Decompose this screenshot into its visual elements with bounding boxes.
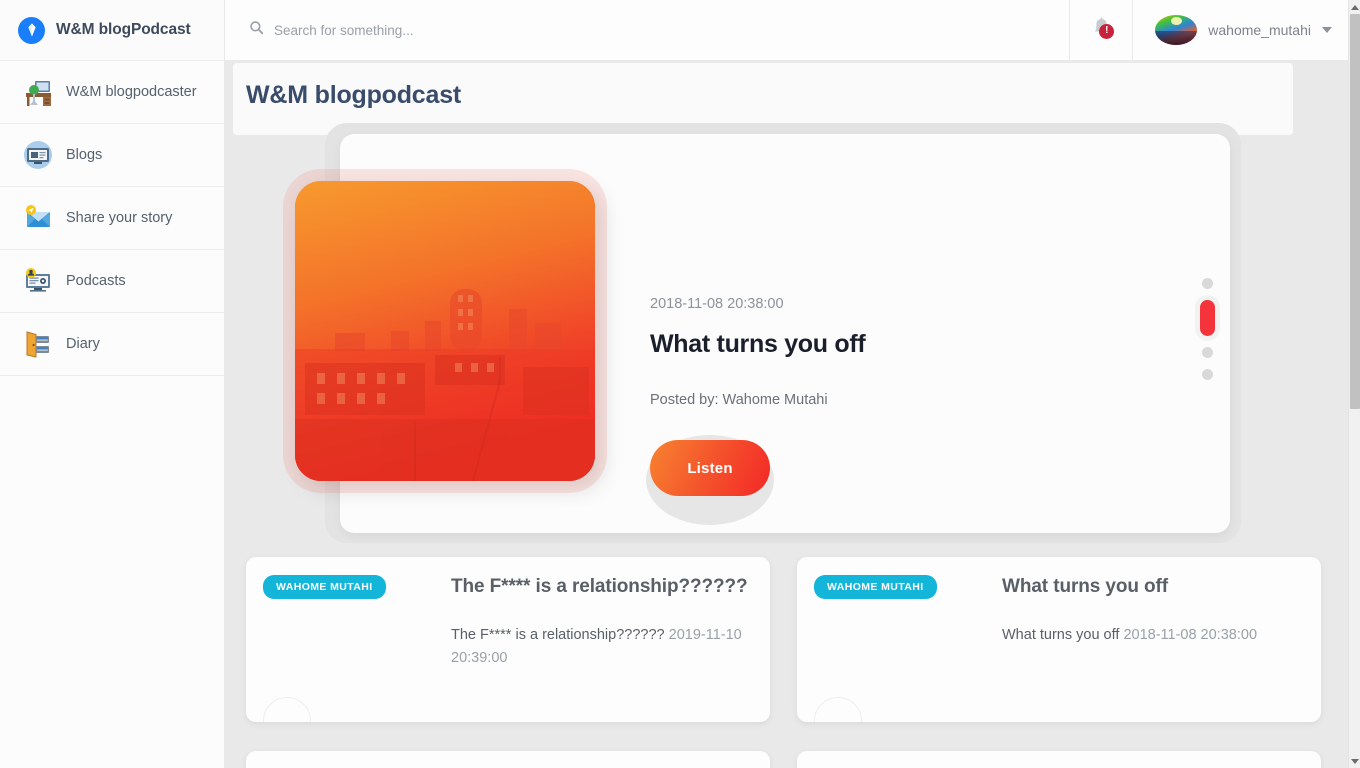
status-badge: WAHOME MUTAHI	[263, 575, 386, 599]
search-container[interactable]	[225, 0, 1069, 60]
brand-header[interactable]: W&M blogPodcast	[0, 0, 224, 61]
avatar	[1155, 15, 1198, 45]
brand-title: W&M blogPodcast	[56, 21, 191, 38]
notification-badge: !	[1099, 23, 1115, 39]
chevron-down-icon[interactable]	[1322, 27, 1332, 33]
monitor-icon	[22, 139, 54, 171]
avatar	[814, 697, 862, 722]
featured-author: Posted by: Wahome Mutahi	[650, 392, 828, 408]
post-body: What turns you off What turns you off 20…	[1002, 575, 1305, 647]
post-excerpt-text: The F**** is a relationship??????	[451, 626, 665, 643]
status-badge: WAHOME MUTAHI	[814, 575, 937, 599]
sidebar: W&M blogPodcast W&M blogpodcaster Blogs …	[0, 0, 225, 768]
post-excerpt-text: What turns you off	[1002, 626, 1120, 643]
post-excerpt: What turns you off 2018-11-08 20:38:00	[1002, 624, 1305, 648]
search-input[interactable]	[274, 22, 694, 38]
sidebar-item-blogs[interactable]: Blogs	[0, 124, 224, 187]
sidebar-item-label: Blogs	[66, 147, 103, 163]
podcast-monitor-icon	[22, 265, 54, 297]
sidebar-item-label: Share your story	[66, 210, 173, 226]
sidebar-item-label: W&M blogpodcaster	[66, 84, 197, 100]
post-title: What turns you off	[1002, 576, 1169, 597]
carousel-dots	[1200, 278, 1215, 380]
search-icon	[249, 20, 264, 40]
post-list-next-row	[246, 751, 1321, 768]
page-scrollbar[interactable]	[1348, 0, 1360, 768]
list-item[interactable]	[797, 751, 1321, 768]
list-item[interactable]: WAHOME MUTAHI The F**** is a relationshi…	[246, 557, 770, 722]
carousel-dot[interactable]	[1202, 347, 1213, 358]
post-timestamp: 2018-11-08 20:38:00	[1123, 626, 1258, 643]
featured-carousel: 2018-11-08 20:38:00 What turns you off P…	[295, 134, 1230, 533]
user-menu[interactable]: wahome_mutahi	[1133, 0, 1348, 61]
scroll-down-icon[interactable]	[1349, 755, 1360, 767]
main-content: W&M blogpodcast 2018-11-08 20:38:00 What…	[225, 61, 1348, 768]
post-list: WAHOME MUTAHI The F**** is a relationshi…	[246, 557, 1321, 722]
app-root: W&M blogPodcast W&M blogpodcaster Blogs …	[0, 0, 1360, 768]
envelope-send-icon	[22, 202, 54, 234]
post-excerpt: The F**** is a relationship?????? 2019-1…	[451, 624, 754, 671]
desk-computer-icon	[22, 76, 54, 108]
user-name: wahome_mutahi	[1208, 22, 1311, 38]
podcast-artwork[interactable]	[295, 181, 595, 481]
notifications-button[interactable]: !	[1070, 0, 1132, 61]
sidebar-item-blogpodcaster[interactable]: W&M blogpodcaster	[0, 61, 224, 124]
carousel-dot[interactable]	[1202, 369, 1213, 380]
city-skyline-image	[295, 181, 595, 481]
avatar	[263, 697, 311, 722]
topbar: ! wahome_mutahi	[225, 0, 1348, 61]
list-item[interactable]	[246, 751, 770, 768]
listen-button[interactable]: Listen	[650, 440, 770, 496]
gem-icon	[18, 16, 45, 44]
sidebar-item-label: Podcasts	[66, 273, 126, 289]
scroll-up-icon[interactable]	[1349, 1, 1360, 13]
sidebar-item-podcasts[interactable]: Podcasts	[0, 250, 224, 313]
carousel-dot[interactable]	[1202, 278, 1213, 289]
sidebar-item-label: Diary	[66, 336, 100, 352]
scrollbar-thumb[interactable]	[1350, 14, 1360, 409]
post-title: The F**** is a relationship??????	[451, 576, 748, 597]
list-item[interactable]: WAHOME MUTAHI What turns you off What tu…	[797, 557, 1321, 722]
featured-title: What turns you off	[650, 330, 866, 358]
post-body: The F**** is a relationship?????? The F*…	[451, 575, 754, 671]
door-diary-icon	[22, 328, 54, 360]
page-title: W&M blogpodcast	[246, 81, 462, 109]
sidebar-item-share-your-story[interactable]: Share your story	[0, 187, 224, 250]
carousel-dot-active[interactable]	[1200, 300, 1215, 336]
featured-date: 2018-11-08 20:38:00	[650, 296, 784, 312]
sidebar-item-diary[interactable]: Diary	[0, 313, 224, 376]
